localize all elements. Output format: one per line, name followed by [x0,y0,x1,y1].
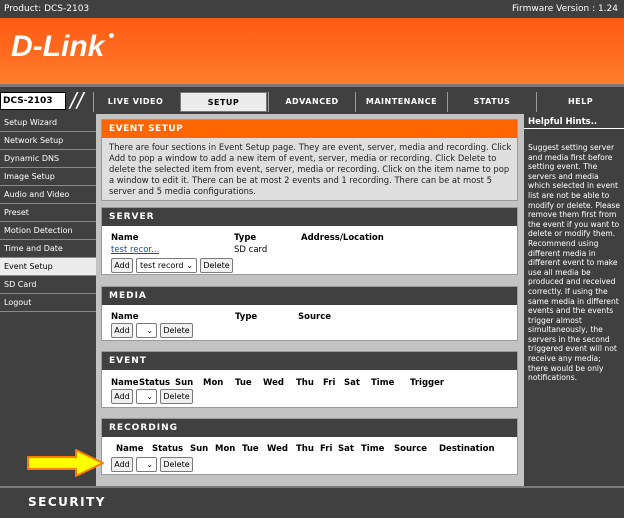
server-delete-button[interactable]: Delete [200,258,233,273]
col-source: Source [298,312,332,322]
col-mon: Mon [215,444,236,454]
col-address: Address/Location [301,233,384,243]
col-wed: Wed [263,378,284,388]
footer-security-label: SECURITY [28,495,106,509]
recording-delete-button[interactable]: Delete [160,457,193,472]
sidebar-item-network-setup[interactable]: Network Setup [0,132,96,150]
col-name: Name [111,312,139,322]
col-type: Type [234,233,257,243]
nav-slashes: // [70,88,84,112]
sidebar-item-dynamic-dns[interactable]: Dynamic DNS [0,150,96,168]
server-title: SERVER [102,208,517,226]
chevron-down-icon: ⌄ [146,392,153,401]
product-label: Product: DCS-2103 [4,4,90,14]
col-tue: Tue [235,378,252,388]
helpful-hints-panel: Helpful Hints.. Suggest setting server a… [524,114,624,486]
col-time: Time [361,444,385,454]
event-setup-title: EVENT SETUP [102,120,517,138]
col-source: Source [394,444,428,454]
sidebar-item-audio-video[interactable]: Audio and Video [0,186,96,204]
media-delete-button[interactable]: Delete [160,323,193,338]
media-columns: Name Type Source [102,310,517,323]
sidebar-item-time-date[interactable]: Time and Date [0,240,96,258]
server-section: SERVER Name Type Address/Location test r… [101,207,518,275]
col-status: Status [152,444,184,454]
firmware-label: Firmware Version : 1.24 [512,4,618,14]
hints-title: Helpful Hints.. [524,114,624,129]
main-nav: DCS-2103 // LIVE VIDEO SETUP ADVANCED MA… [0,84,624,114]
tab-live-video[interactable]: LIVE VIDEO [93,92,177,112]
event-select[interactable]: ⌄ [136,389,157,404]
media-title: MEDIA [102,287,517,305]
event-section: EVENT Name Status Sun Mon Tue Wed Thu Fr… [101,351,518,408]
sidebar-item-sd-card[interactable]: SD Card [0,276,96,294]
chevron-down-icon: ⌄ [146,326,153,335]
sidebar-item-preset[interactable]: Preset [0,204,96,222]
col-trigger: Trigger [410,378,445,388]
col-sun: Sun [190,444,209,454]
table-row: test recor... SD card [102,244,517,257]
tab-setup[interactable]: SETUP [180,92,267,112]
sidebar: Setup Wizard Network Setup Dynamic DNS I… [0,114,96,486]
event-columns: Name Status Sun Mon Tue Wed Thu Fri Sat … [102,376,517,389]
main-content: EVENT SETUP There are four sections in E… [96,114,524,486]
tab-advanced[interactable]: ADVANCED [268,92,355,112]
sidebar-item-motion-detection[interactable]: Motion Detection [0,222,96,240]
server-name-link[interactable]: test recor... [111,245,159,255]
server-select[interactable]: test record ⌄ [136,258,197,273]
recording-select[interactable]: ⌄ [136,457,157,472]
sidebar-item-event-setup[interactable]: Event Setup [0,258,96,276]
footer: SECURITY [0,486,624,518]
recording-title: RECORDING [102,419,517,437]
col-name: Name [111,378,139,388]
media-select[interactable]: ⌄ [136,323,157,338]
col-type: Type [235,312,258,322]
col-sat: Sat [338,444,354,454]
event-add-button[interactable]: Add [111,389,133,404]
sidebar-item-image-setup[interactable]: Image Setup [0,168,96,186]
server-type-value: SD card [234,245,268,255]
arrow-right-icon [27,449,104,477]
event-setup-section: EVENT SETUP There are four sections in E… [101,119,518,201]
col-fri: Fri [323,378,336,388]
event-delete-button[interactable]: Delete [160,389,193,404]
col-time: Time [371,378,395,388]
col-name: Name [111,233,139,243]
recording-add-button[interactable]: Add [111,457,133,472]
chevron-down-icon: ⌄ [186,261,193,270]
top-bar: Product: DCS-2103 Firmware Version : 1.2… [0,0,624,18]
col-sun: Sun [175,378,194,388]
col-destination: Destination [439,444,495,454]
media-section: MEDIA Name Type Source Add ⌄ Delete [101,286,518,341]
logo-dot [109,33,114,38]
col-name: Name [116,444,144,454]
media-add-button[interactable]: Add [111,323,133,338]
hints-body: Suggest setting server and media first b… [528,143,620,383]
sidebar-item-logout[interactable]: Logout [0,294,96,312]
col-mon: Mon [203,378,224,388]
tab-help[interactable]: HELP [536,92,624,112]
col-thu: Thu [296,444,314,454]
tab-status[interactable]: STATUS [447,92,536,112]
server-add-button[interactable]: Add [111,258,133,273]
col-fri: Fri [320,444,333,454]
col-status: Status [139,378,171,388]
event-setup-description: There are four sections in Event Setup p… [102,138,517,200]
sidebar-item-setup-wizard[interactable]: Setup Wizard [0,114,96,132]
chevron-down-icon: ⌄ [146,460,153,469]
recording-columns: Name Status Sun Mon Tue Wed Thu Fri Sat … [102,442,517,455]
server-columns: Name Type Address/Location [102,231,517,244]
col-thu: Thu [296,378,314,388]
tab-maintenance[interactable]: MAINTENANCE [355,92,447,112]
event-title: EVENT [102,352,517,370]
col-sat: Sat [344,378,360,388]
server-select-value: test record [140,261,184,270]
dlink-logo: D-Link [11,30,105,63]
brand-banner: D-Link [0,18,624,84]
col-tue: Tue [242,444,259,454]
model-label: DCS-2103 [0,92,66,110]
recording-section: RECORDING Name Status Sun Mon Tue Wed Th… [101,418,518,475]
col-wed: Wed [267,444,288,454]
